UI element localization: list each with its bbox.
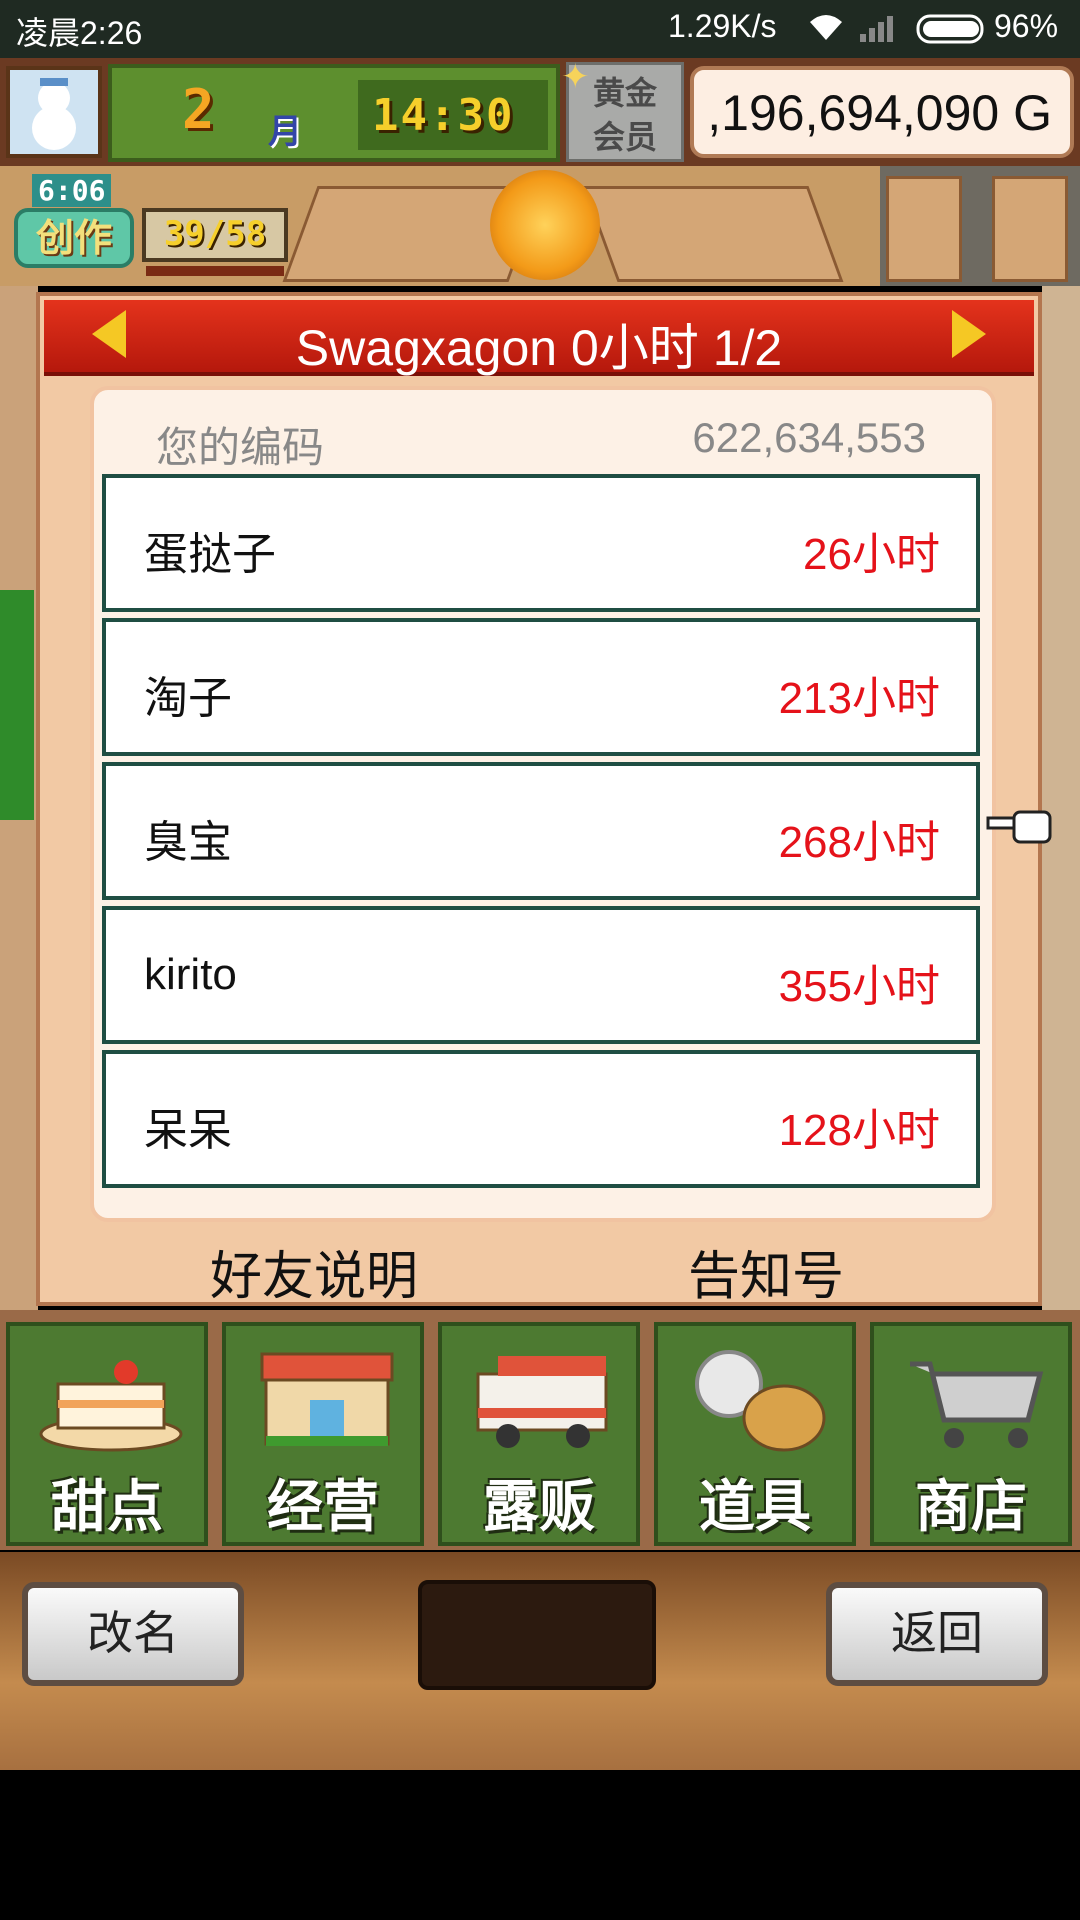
- wifi-icon: [810, 15, 842, 40]
- create-progress-bar: [146, 266, 284, 276]
- friend-name: 蛋挞子: [144, 530, 276, 579]
- month-label: 月: [268, 112, 302, 152]
- friend-row[interactable]: 臭宝 268小时: [102, 762, 980, 900]
- friend-hours: 128小时: [778, 1106, 940, 1155]
- top-bar: 2 月 14:30 ✦ 黄金会员 ,196,694,090 G: [0, 57, 1080, 166]
- gold-panel: ,196,694,090 G: [690, 66, 1074, 158]
- friend-name: 呆呆: [144, 1106, 232, 1155]
- friend-hours: 26小时: [803, 530, 940, 579]
- main-nav: 甜点 经营 露贩 道具 商店: [0, 1310, 1080, 1550]
- create-count: 39/58: [142, 208, 288, 262]
- center-slot: [418, 1580, 656, 1690]
- food-truck-icon: [476, 1356, 608, 1448]
- roof-right: [582, 186, 844, 282]
- gold-amount: ,196,694,090 G: [707, 85, 1052, 141]
- friend-name: 淘子: [144, 674, 232, 723]
- create-label: 创作: [14, 208, 134, 268]
- star-icon: ✦: [561, 57, 590, 97]
- your-code-value: 622,634,553: [692, 414, 926, 461]
- nav-label: 露贩: [483, 1475, 595, 1540]
- friend-row[interactable]: 淘子 213小时: [102, 618, 980, 756]
- tree-icon: [0, 590, 34, 820]
- chimney-right: [992, 176, 1068, 282]
- friend-name: kirito: [144, 950, 237, 999]
- friend-hours: 213小时: [778, 674, 940, 723]
- notice-link[interactable]: 告知号: [688, 1234, 844, 1309]
- friend-name: 臭宝: [144, 818, 232, 867]
- friend-row[interactable]: 蛋挞子 26小时: [102, 474, 980, 612]
- snowman-icon: [32, 78, 76, 150]
- your-code-label: 您的编码: [156, 423, 325, 472]
- bottom-bar: 改名 返回: [0, 1552, 1080, 1770]
- back-button[interactable]: 返回: [826, 1582, 1048, 1686]
- item-bag-icon: [695, 1350, 826, 1452]
- network-speed: 1.29K/s: [668, 8, 777, 44]
- date-panel: 2 月 14:30: [108, 64, 560, 162]
- chimney-left: [886, 176, 962, 282]
- pointing-hand-icon: [986, 810, 1052, 844]
- shopping-cart-icon: [910, 1361, 1044, 1448]
- create-time: 6:06: [32, 174, 112, 207]
- panel-title: Swagxagon 0小时 1/2: [295, 320, 783, 376]
- nav-management[interactable]: 经营: [222, 1322, 424, 1546]
- status-time: 凌晨2:26: [16, 15, 143, 51]
- nav-label: 经营: [267, 1475, 379, 1540]
- nav-label: 商店: [915, 1475, 1027, 1540]
- nav-street-stall[interactable]: 露贩: [438, 1322, 640, 1546]
- avatar[interactable]: [6, 66, 102, 158]
- nav-shop[interactable]: 商店: [870, 1322, 1072, 1546]
- friend-hours: 355小时: [778, 962, 940, 1011]
- sun-emblem-icon: [490, 170, 600, 280]
- battery-level: 96%: [994, 8, 1059, 44]
- nav-label: 道具: [699, 1475, 811, 1540]
- rename-button[interactable]: 改名: [22, 1582, 244, 1686]
- create-badge[interactable]: 6:06 创作 39/58: [6, 174, 292, 276]
- friend-hours: 268小时: [778, 818, 940, 867]
- month-number: 2: [182, 78, 215, 141]
- shop-building-icon: [260, 1352, 394, 1446]
- friend-row[interactable]: 呆呆 128小时: [102, 1050, 980, 1188]
- next-page-arrow-icon[interactable]: [952, 310, 986, 358]
- nav-label: 甜点: [51, 1475, 163, 1540]
- clock-box: 14:30: [358, 80, 548, 150]
- scene-strip: 6:06 创作 39/58: [0, 166, 1080, 286]
- cake-icon: [39, 1360, 183, 1452]
- nav-items[interactable]: 道具: [654, 1322, 856, 1546]
- gold-member-badge[interactable]: ✦ 黄金会员: [561, 57, 684, 162]
- panel-header: Swagxagon 0小时 1/2: [44, 300, 1034, 376]
- signal-icon: [860, 16, 893, 42]
- battery-icon: [916, 14, 984, 44]
- friend-row[interactable]: kirito 355小时: [102, 906, 980, 1044]
- friend-help-link[interactable]: 好友说明: [210, 1234, 418, 1309]
- friend-panel: Swagxagon 0小时 1/2 您的编码 622,634,553 蛋挞子 2…: [36, 292, 1052, 1309]
- nav-dessert[interactable]: 甜点: [6, 1322, 208, 1546]
- status-bar: 凌晨2:26 1.29K/s 96%: [0, 0, 1080, 58]
- clock: 14:30: [372, 90, 515, 141]
